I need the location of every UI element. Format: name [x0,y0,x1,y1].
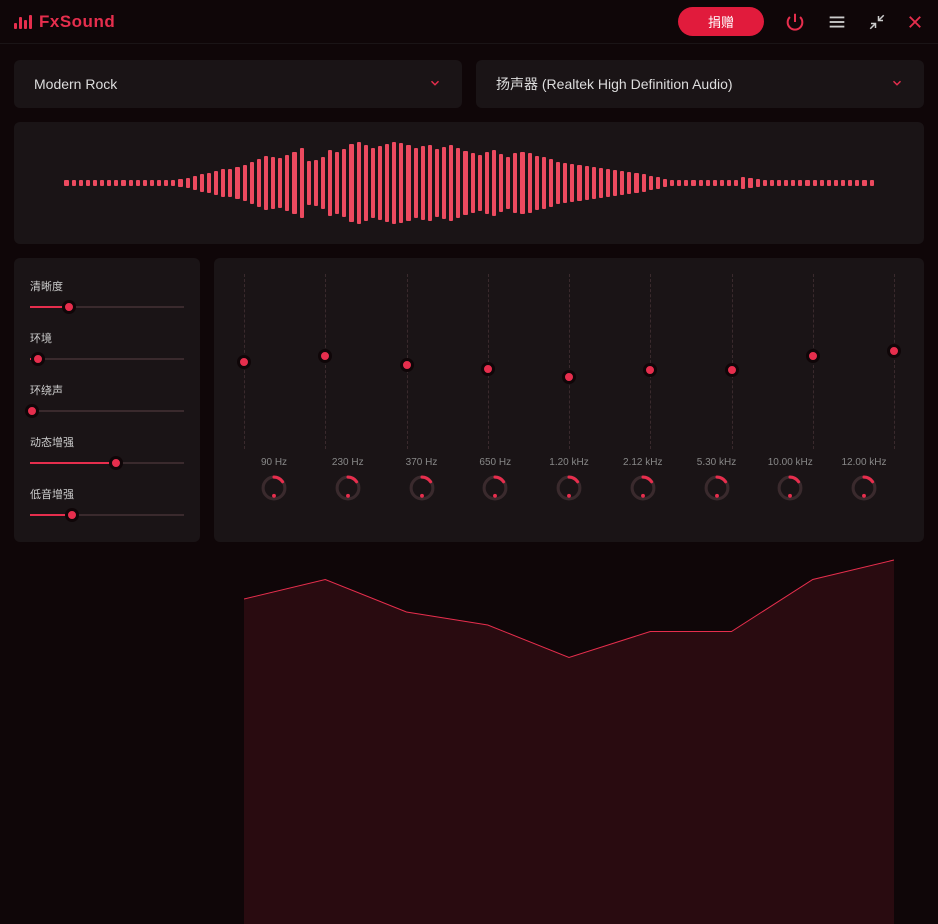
chevron-down-icon [890,76,904,93]
power-icon[interactable] [784,11,806,33]
slider-4[interactable]: 低音增强 [30,486,184,522]
chevron-down-icon [428,76,442,93]
slider-label: 环境 [30,330,184,346]
app-name: FxSound [39,12,115,32]
close-icon[interactable] [906,13,924,31]
eq-point-7[interactable] [806,349,820,363]
preset-value: Modern Rock [34,76,117,92]
slider-2[interactable]: 环绕声 [30,382,184,418]
slider-track[interactable] [30,352,184,366]
preset-dropdown[interactable]: Modern Rock [14,60,462,108]
slider-track[interactable] [30,300,184,314]
slider-thumb[interactable] [25,404,39,418]
eq-point-5[interactable] [643,363,657,377]
slider-0[interactable]: 清晰度 [30,278,184,314]
eq-point-3[interactable] [481,362,495,376]
slider-thumb[interactable] [109,456,123,470]
output-dropdown[interactable]: 扬声器 (Realtek High Definition Audio) [476,60,924,108]
eq-point-6[interactable] [725,363,739,377]
slider-label: 动态增强 [30,434,184,450]
titlebar-right: 捐赠 [678,7,924,36]
slider-thumb[interactable] [31,352,45,366]
donate-button[interactable]: 捐赠 [678,7,764,36]
slider-label: 环绕声 [30,382,184,398]
eq-point-1[interactable] [318,349,332,363]
menu-icon[interactable] [826,11,848,33]
effect-sliders-panel: 清晰度环境环绕声动态增强低音增强 [14,258,200,542]
minimize-icon[interactable] [868,13,886,31]
slider-3[interactable]: 动态增强 [30,434,184,470]
eq-point-0[interactable] [237,355,251,369]
titlebar: FxSound 捐赠 [0,0,938,44]
slider-label: 清晰度 [30,278,184,294]
slider-thumb[interactable] [65,508,79,522]
output-value: 扬声器 (Realtek High Definition Audio) [496,74,733,94]
eq-point-4[interactable] [562,370,576,384]
slider-thumb[interactable] [62,300,76,314]
slider-track[interactable] [30,456,184,470]
slider-label: 低音增强 [30,486,184,502]
slider-track[interactable] [30,508,184,522]
logo-bars-icon [14,15,32,29]
slider-1[interactable]: 环境 [30,330,184,366]
eq-point-8[interactable] [887,344,901,358]
spectrum-visualizer [14,122,924,244]
slider-track[interactable] [30,404,184,418]
equalizer-panel: 90 Hz230 Hz370 Hz650 Hz1.20 kHz2.12 kHz5… [214,258,924,542]
eq-point-2[interactable] [400,358,414,372]
app-logo: FxSound [14,12,115,32]
